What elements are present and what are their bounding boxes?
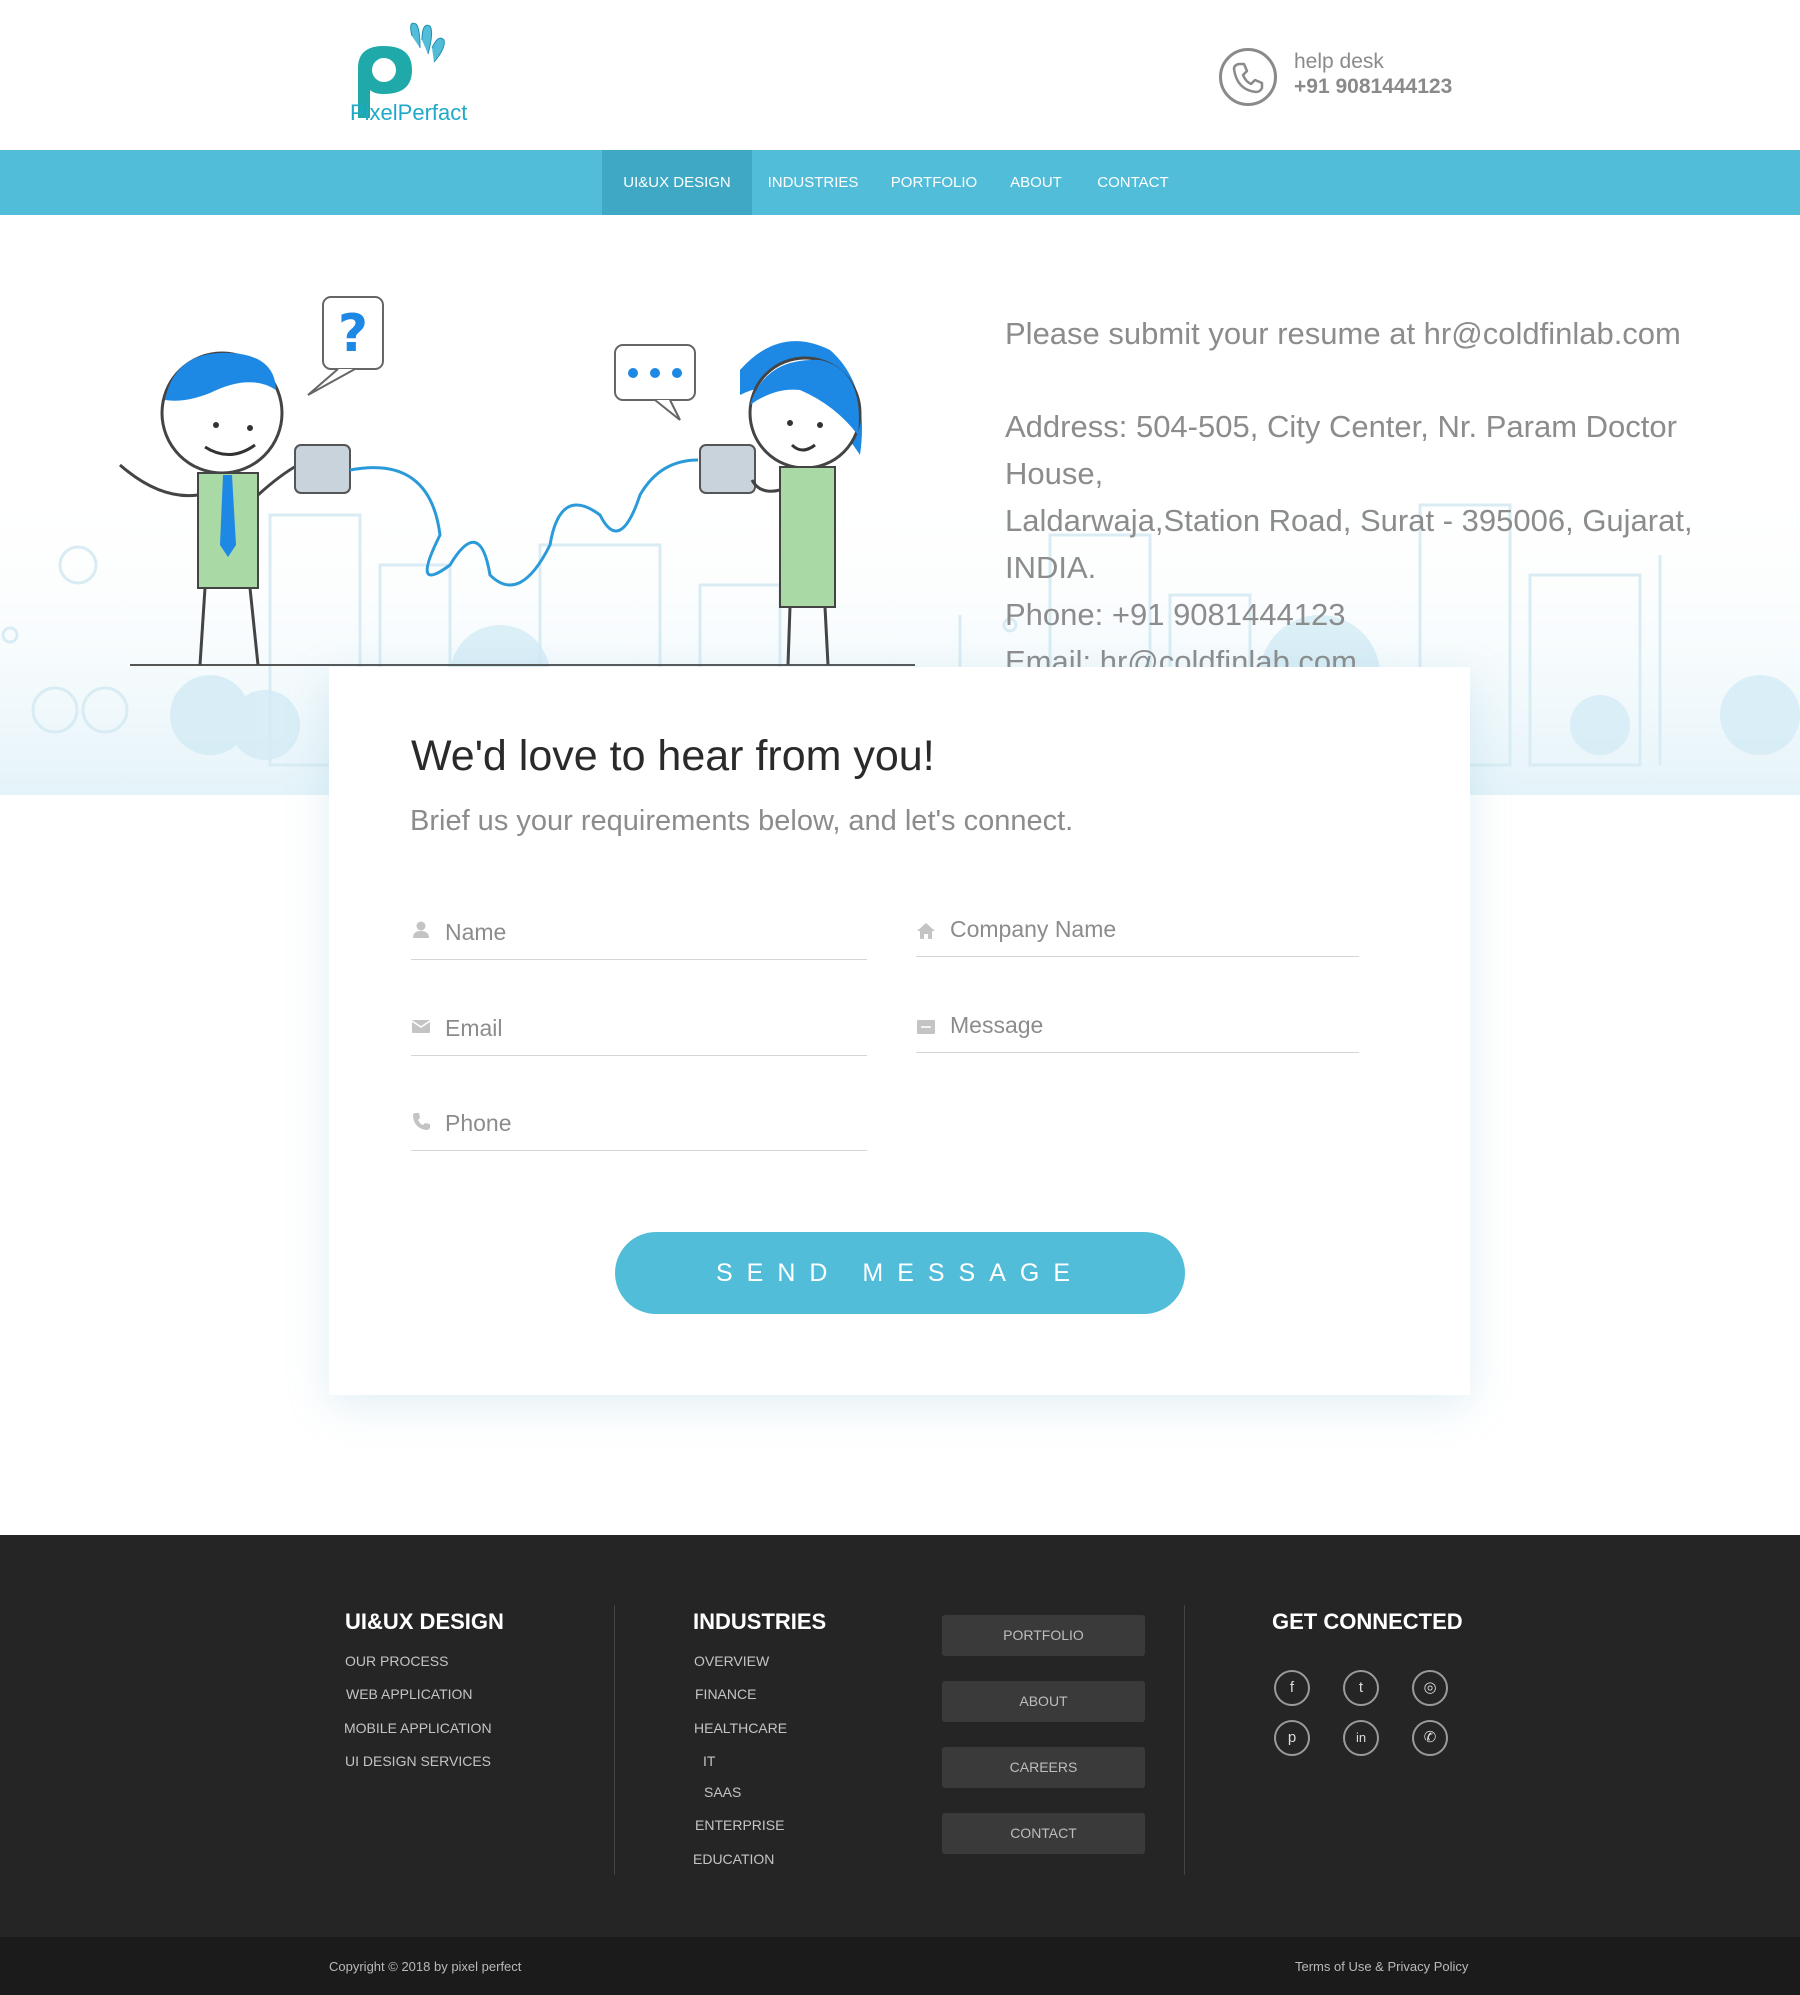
footer-link-overview[interactable]: OVERVIEW — [694, 1653, 769, 1669]
footer-link-ui-design-services[interactable]: UI DESIGN SERVICES — [345, 1753, 491, 1769]
twitter-icon[interactable]: t — [1343, 1670, 1379, 1706]
company-input[interactable] — [950, 909, 1360, 949]
whatsapp-icon[interactable]: ✆ — [1412, 1720, 1448, 1756]
company-field — [916, 907, 1360, 957]
email-input[interactable] — [445, 1008, 855, 1048]
site-header: PixelPerfact help desk +91 9081444123 — [0, 0, 1800, 150]
footer-link-our-process[interactable]: OUR PROCESS — [345, 1653, 448, 1669]
bottom-bar: Copyright © 2018 by pixel perfect Terms … — [0, 1937, 1800, 1995]
pinterest-icon[interactable]: p — [1274, 1720, 1310, 1756]
form-subtitle: Brief us your requirements below, and le… — [410, 805, 1074, 837]
nav-item-contact[interactable]: CONTACT — [1090, 150, 1176, 215]
main-nav: UI&UX DESIGN INDUSTRIES PORTFOLIO ABOUT … — [0, 150, 1800, 215]
contact-phone[interactable]: Phone: +91 9081444123 — [1005, 591, 1775, 638]
footer-link-enterprise[interactable]: ENTERPRISE — [695, 1817, 784, 1833]
nav-item-industries[interactable]: INDUSTRIES — [758, 150, 868, 215]
footer-link-mobile-application[interactable]: MOBILE APPLICATION — [344, 1720, 492, 1736]
name-field — [411, 910, 867, 960]
linkedin-icon[interactable]: in — [1343, 1720, 1379, 1756]
nav-item-about[interactable]: ABOUT — [1000, 150, 1072, 215]
footer-link-it[interactable]: IT — [703, 1753, 715, 1769]
phone-icon — [1219, 48, 1277, 106]
footer-link-healthcare[interactable]: HEALTHCARE — [694, 1720, 787, 1736]
facebook-icon[interactable]: f — [1274, 1670, 1310, 1706]
logo-wordmark: PixelPerfact — [350, 100, 468, 125]
name-input[interactable] — [445, 912, 855, 952]
email-field — [411, 1006, 867, 1056]
address-line-1: Address: 504-505, City Center, Nr. Param… — [1005, 409, 1677, 491]
help-desk-phone[interactable]: +91 9081444123 — [1294, 75, 1452, 99]
user-icon — [413, 921, 429, 938]
footer-about-button[interactable]: ABOUT — [942, 1681, 1145, 1722]
site-footer: UI&UX DESIGN OUR PROCESS WEB APPLICATION… — [0, 1535, 1800, 1937]
footer-industries-title: INDUSTRIES — [693, 1609, 827, 1634]
message-icon — [917, 1020, 935, 1034]
pixelperfact-logo[interactable]: PixelPerfact — [350, 18, 470, 130]
phone-field — [411, 1101, 867, 1151]
footer-divider — [614, 1605, 615, 1875]
footer-portfolio-button[interactable]: PORTFOLIO — [942, 1615, 1145, 1656]
form-title: We'd love to hear from you! — [411, 732, 935, 780]
help-desk-label: help desk — [1294, 50, 1384, 73]
send-message-button[interactable]: SEND MESSAGE — [615, 1232, 1185, 1314]
svg-text:?: ? — [338, 304, 368, 364]
footer-uiux-title: UI&UX DESIGN — [345, 1609, 504, 1634]
message-input[interactable] — [950, 1005, 1360, 1045]
phone-input[interactable] — [445, 1103, 855, 1143]
footer-link-finance[interactable]: FINANCE — [695, 1686, 756, 1702]
message-field — [916, 1003, 1360, 1053]
copyright-text: Copyright © 2018 by pixel perfect — [329, 1959, 522, 1974]
resume-note: Please submit your resume at hr@coldfinl… — [1005, 316, 1681, 351]
footer-link-saas[interactable]: SAAS — [704, 1784, 741, 1800]
envelope-icon — [411, 1020, 431, 1033]
footer-link-education[interactable]: EDUCATION — [693, 1851, 774, 1867]
footer-connect-title: GET CONNECTED — [1272, 1609, 1463, 1634]
nav-item-portfolio[interactable]: PORTFOLIO — [882, 150, 986, 215]
footer-link-web-application[interactable]: WEB APPLICATION — [346, 1686, 473, 1702]
contact-form-card: We'd love to hear from you! Brief us you… — [329, 667, 1470, 1395]
footer-careers-button[interactable]: CAREERS — [942, 1747, 1145, 1788]
tin-can-phone-illustration: ? — [119, 296, 915, 666]
terms-privacy-link[interactable]: Terms of Use & Privacy Policy — [1295, 1959, 1468, 1974]
home-icon — [917, 923, 935, 939]
phone-icon — [413, 1113, 430, 1130]
help-desk[interactable]: help desk +91 9081444123 — [1219, 48, 1479, 108]
footer-contact-button[interactable]: CONTACT — [942, 1813, 1145, 1854]
nav-item-uiux-design[interactable]: UI&UX DESIGN — [602, 150, 752, 215]
footer-divider — [1184, 1605, 1185, 1875]
address-line-2: Laldarwaja,Station Road, Surat - 395006,… — [1005, 503, 1693, 585]
instagram-icon[interactable]: ◎ — [1412, 1670, 1448, 1706]
